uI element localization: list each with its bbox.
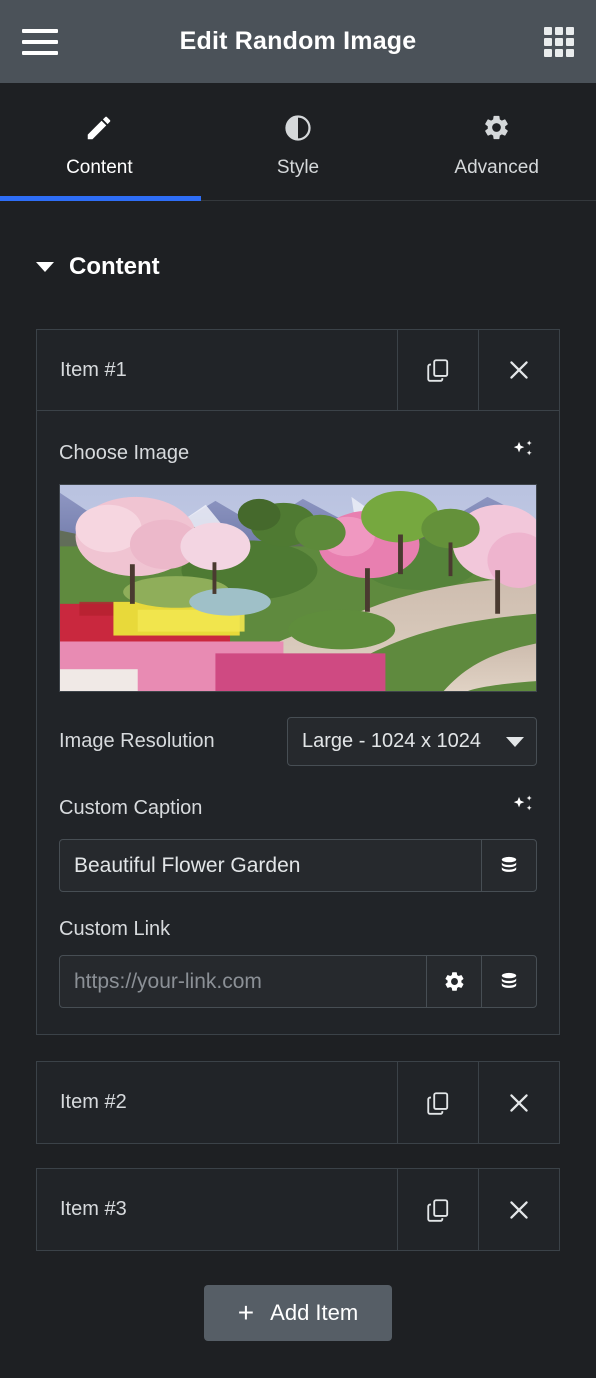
image-thumbnail-preview[interactable] bbox=[59, 484, 537, 692]
repeater-list: Item #1 Choose Image Image Resolution La… bbox=[36, 329, 560, 1341]
content-panel: Content Item #1 Choose Image Image Resol… bbox=[0, 201, 596, 1341]
custom-caption-label: Custom Caption bbox=[59, 797, 203, 819]
chevron-down-icon bbox=[506, 736, 524, 747]
repeater-item-header[interactable]: Item #2 bbox=[37, 1062, 559, 1143]
add-item-label: Add Item bbox=[270, 1300, 359, 1325]
choose-image-field-header: Choose Image bbox=[59, 411, 537, 484]
page-title: Edit Random Image bbox=[179, 27, 417, 55]
hamburger-menu-icon[interactable] bbox=[22, 28, 58, 55]
plus-icon: + bbox=[237, 1297, 255, 1328]
custom-caption-field-header: Custom Caption bbox=[59, 766, 537, 839]
close-icon[interactable] bbox=[478, 330, 559, 410]
image-resolution-select[interactable]: Large - 1024 x 1024 bbox=[287, 717, 537, 766]
gear-icon[interactable] bbox=[426, 956, 481, 1007]
hamburger-bar bbox=[22, 39, 58, 44]
repeater-item: Item #1 Choose Image Image Resolution La… bbox=[36, 329, 560, 1035]
editor-tabs: Content Style Advanced bbox=[0, 83, 596, 201]
tab-content[interactable]: Content bbox=[0, 83, 199, 201]
duplicate-icon[interactable] bbox=[397, 1169, 478, 1250]
custom-link-field-header: Custom Link bbox=[59, 892, 537, 955]
active-tab-indicator bbox=[0, 196, 201, 201]
repeater-item-title[interactable]: Item #1 bbox=[37, 330, 397, 410]
hamburger-bar bbox=[22, 28, 58, 33]
duplicate-icon[interactable] bbox=[397, 330, 478, 410]
database-icon[interactable] bbox=[481, 956, 536, 1007]
repeater-item-title[interactable]: Item #2 bbox=[37, 1062, 397, 1143]
custom-caption-input[interactable] bbox=[60, 840, 481, 891]
close-icon[interactable] bbox=[478, 1062, 559, 1143]
caret-down-icon bbox=[36, 262, 54, 272]
gear-icon bbox=[482, 112, 511, 144]
repeater-item-header[interactable]: Item #3 bbox=[37, 1169, 559, 1250]
tab-advanced[interactable]: Advanced bbox=[397, 83, 596, 201]
apps-grid-icon[interactable] bbox=[544, 26, 574, 57]
custom-link-input[interactable] bbox=[60, 956, 426, 1007]
image-resolution-value: Large - 1024 x 1024 bbox=[302, 730, 482, 752]
contrast-circle-icon bbox=[283, 112, 313, 144]
ai-sparkle-icon[interactable] bbox=[509, 792, 537, 825]
repeater-item-title[interactable]: Item #3 bbox=[37, 1169, 397, 1250]
tab-advanced-label: Advanced bbox=[454, 156, 539, 178]
close-icon[interactable] bbox=[478, 1169, 559, 1250]
ai-sparkle-icon[interactable] bbox=[509, 437, 537, 470]
repeater-item: Item #2 bbox=[36, 1061, 560, 1144]
custom-caption-input-group bbox=[59, 839, 537, 892]
add-item-button[interactable]: + Add Item bbox=[203, 1285, 393, 1341]
section-header-content[interactable]: Content bbox=[0, 201, 596, 281]
repeater-item-header[interactable]: Item #1 bbox=[37, 330, 559, 411]
database-icon[interactable] bbox=[481, 840, 536, 891]
image-resolution-label: Image Resolution bbox=[59, 730, 215, 752]
custom-link-input-group bbox=[59, 955, 537, 1008]
repeater-item: Item #3 bbox=[36, 1168, 560, 1251]
tab-content-label: Content bbox=[66, 156, 133, 178]
add-item-row: + Add Item bbox=[36, 1251, 560, 1341]
duplicate-icon[interactable] bbox=[397, 1062, 478, 1143]
image-resolution-row: Image Resolution Large - 1024 x 1024 bbox=[59, 692, 537, 766]
hamburger-bar bbox=[22, 50, 58, 55]
custom-link-label: Custom Link bbox=[59, 918, 171, 940]
choose-image-label: Choose Image bbox=[59, 442, 190, 464]
tab-style[interactable]: Style bbox=[199, 83, 398, 201]
section-title: Content bbox=[69, 253, 160, 280]
repeater-item-body: Choose Image Image Resolution Large - 10… bbox=[37, 411, 559, 1034]
tab-style-label: Style bbox=[276, 156, 320, 178]
top-header-bar: Edit Random Image bbox=[0, 0, 596, 83]
pencil-icon bbox=[84, 112, 114, 144]
